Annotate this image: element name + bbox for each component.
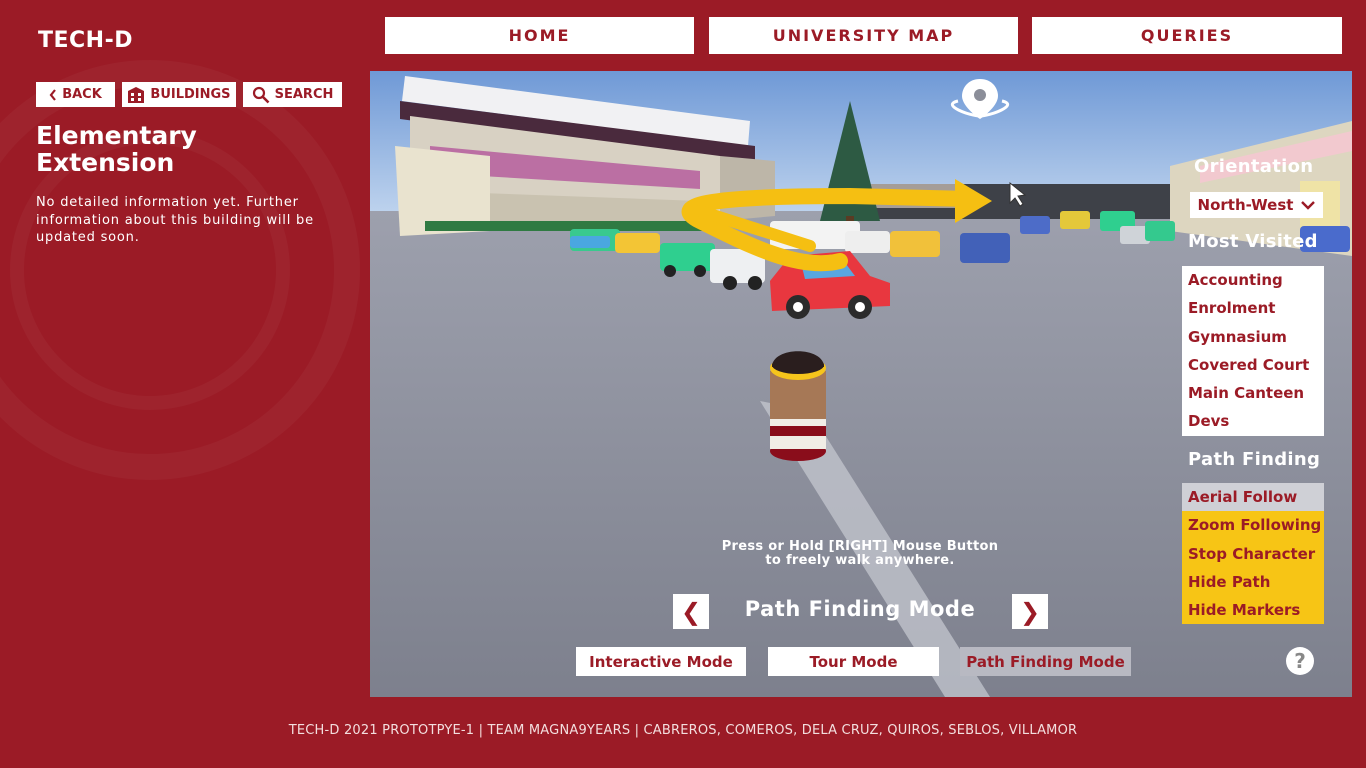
most-visited-item[interactable]: Enrolment	[1182, 294, 1324, 322]
hide-path-option[interactable]: Hide Path	[1182, 567, 1324, 597]
most-visited-item[interactable]: Main Canteen	[1182, 379, 1324, 407]
building-icon	[128, 86, 145, 103]
walk-hint-line1: Press or Hold [RIGHT] Mouse Button	[721, 539, 999, 554]
walk-hint-line2: to freely walk anywhere.	[765, 553, 955, 568]
help-icon[interactable]: ?	[1286, 647, 1314, 675]
building-title: Elementary Extension	[36, 121, 197, 177]
most-visited-item[interactable]: Covered Court	[1182, 351, 1324, 379]
orientation-select[interactable]: North-West	[1190, 192, 1323, 218]
mode-title: Path Finding Mode	[744, 597, 976, 621]
nav-queries-button[interactable]: QUERIES	[1032, 17, 1342, 54]
most-visited-label: Most Visited	[1188, 231, 1318, 252]
search-label: SEARCH	[274, 87, 334, 102]
orientation-label: Orientation	[1194, 156, 1314, 177]
orientation-value: North-West	[1197, 196, 1294, 214]
building-description: No detailed information yet. Further inf…	[36, 195, 314, 245]
nav-home-button[interactable]: HOME	[385, 17, 694, 54]
next-mode-button[interactable]: ❯	[1012, 594, 1048, 629]
most-visited-item[interactable]: Accounting	[1182, 266, 1324, 294]
footer-credits: TECH-D 2021 PROTOTPYE-1 | TEAM MAGNA9YEA…	[288, 723, 1078, 738]
nav-university-map-button[interactable]: UNIVERSITY MAP	[709, 17, 1018, 54]
buildings-label: BUILDINGS	[150, 87, 231, 102]
chevron-down-icon	[1301, 201, 1316, 210]
app-logo: TECH-D	[38, 28, 133, 53]
zoom-following-option[interactable]: Zoom Following	[1182, 511, 1324, 540]
back-label: BACK	[62, 87, 102, 102]
search-button[interactable]: SEARCH	[243, 82, 342, 107]
path-finding-mode-button[interactable]: Path Finding Mode	[960, 647, 1131, 676]
hide-markers-option[interactable]: Hide Markers	[1182, 596, 1324, 625]
interactive-mode-button[interactable]: Interactive Mode	[576, 647, 746, 676]
back-button[interactable]: BACK	[36, 82, 115, 107]
aerial-follow-option[interactable]: Aerial Follow	[1182, 483, 1324, 512]
search-icon	[252, 86, 270, 103]
most-visited-list: Accounting Enrolment Gymnasium Covered C…	[1182, 266, 1324, 436]
tour-mode-button[interactable]: Tour Mode	[768, 647, 939, 676]
prev-mode-button[interactable]: ❮	[673, 594, 709, 629]
chevron-left-icon	[49, 88, 57, 101]
path-finding-label: Path Finding	[1188, 449, 1321, 470]
buildings-button[interactable]: BUILDINGS	[122, 82, 236, 107]
3d-map-viewport[interactable]: Orientation North-West Most Visited Acco…	[370, 71, 1352, 697]
player-character	[770, 351, 826, 461]
most-visited-item[interactable]: Gymnasium	[1182, 323, 1324, 351]
stop-character-option[interactable]: Stop Character	[1182, 539, 1324, 568]
most-visited-item[interactable]: Devs	[1182, 407, 1324, 435]
path-finding-options: Aerial Follow Zoom Following Stop Charac…	[1182, 483, 1324, 625]
walk-hint: Press or Hold [RIGHT] Mouse Button to fr…	[700, 540, 1020, 568]
